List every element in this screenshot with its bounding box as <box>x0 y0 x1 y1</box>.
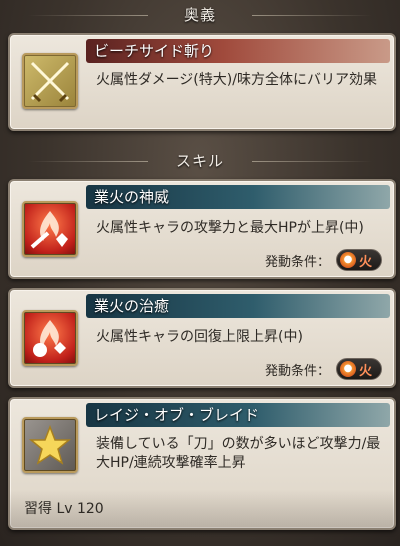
skill-1-description: 火属性キャラの攻撃力と最大HPが上昇(中) <box>96 220 364 236</box>
fire-element-badge: ● 火 <box>336 358 382 380</box>
element-text: 火 <box>359 363 373 379</box>
ougi-card[interactable]: ビーチサイド斬り 火属性ダメージ(特大)/味方全体にバリア効果 <box>8 33 396 131</box>
skill-card-3[interactable]: レイジ・オブ・ブレイド 装備している「刀」の数が多いほど攻撃力/最大HP/連続攻… <box>8 397 396 530</box>
crossed-swords-icon <box>22 53 78 109</box>
skill-card-1[interactable]: 業火の神威 火属性キャラの攻撃力と最大HPが上昇(中) 発動条件： ● 火 <box>8 179 396 279</box>
skill-section-header: スキル <box>0 150 400 172</box>
condition-label: 発動条件： <box>264 363 330 379</box>
skill-card-2[interactable]: 業火の治癒 火属性キャラの回復上限上昇(中) 発動条件： ● 火 <box>8 288 396 388</box>
fire-element-badge: ● 火 <box>336 249 382 271</box>
fire-heal-icon <box>22 310 78 366</box>
skill-3-description: 装備している「刀」の数が多いほど攻撃力/最大HP/連続攻撃確率上昇 <box>96 436 381 471</box>
ougi-section-header: 奥義 <box>0 4 400 26</box>
element-text: 火 <box>359 254 373 270</box>
skill-2-name: 業火の治癒 <box>86 294 390 318</box>
learn-level-label: 習得 Lv 120 <box>24 501 104 517</box>
skill-3-name: レイジ・オブ・ブレイド <box>86 403 390 427</box>
skill-2-description: 火属性キャラの回復上限上昇(中) <box>96 329 303 345</box>
condition-label: 発動条件： <box>264 254 330 270</box>
fire-icon: ● <box>340 361 356 377</box>
skill-2-condition: 発動条件： ● 火 <box>265 358 382 380</box>
star-icon <box>22 417 78 473</box>
skill-1-name: 業火の神威 <box>86 185 390 209</box>
fire-icon: ● <box>340 252 356 268</box>
fire-attack-icon <box>22 201 78 257</box>
skill-1-condition: 発動条件： ● 火 <box>265 249 382 271</box>
ougi-name: ビーチサイド斬り <box>86 39 390 63</box>
ougi-description: 火属性ダメージ(特大)/味方全体にバリア効果 <box>96 72 377 88</box>
